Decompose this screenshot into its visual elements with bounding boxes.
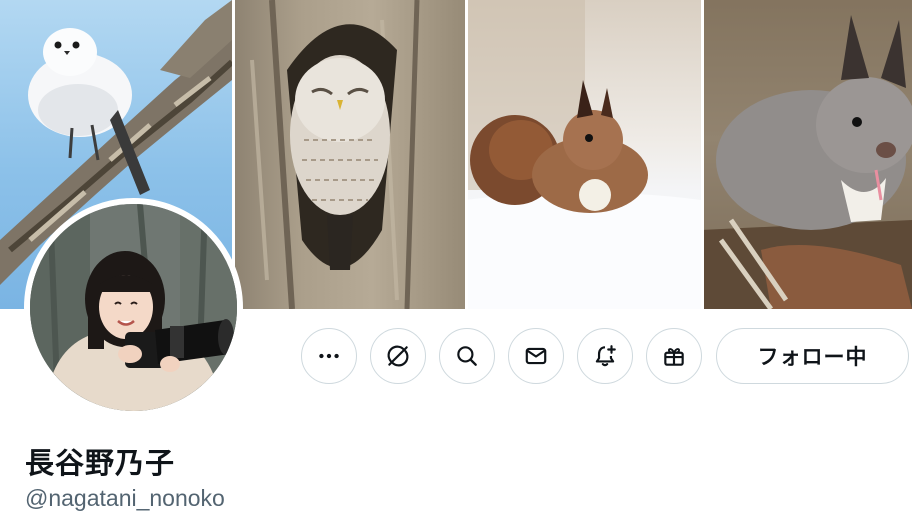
search-icon [457,346,477,366]
banner-photo-squirrel-snow [465,0,701,309]
grok-button[interactable] [370,328,426,384]
following-button[interactable]: フォロー中 [716,328,909,384]
banner-photo-owl [232,0,465,309]
message-button[interactable] [508,328,564,384]
notify-button[interactable] [577,328,633,384]
bell-plus-icon [595,345,616,367]
envelope-icon [525,347,547,365]
user-handle: @nagatani_nonoko [25,485,225,511]
banner-divider [701,0,704,309]
banner-divider [465,0,468,309]
search-button[interactable] [439,328,495,384]
gift-button[interactable] [646,328,702,384]
profile-avatar[interactable] [24,198,243,417]
profile-actions: フォロー中 [301,328,909,384]
gift-icon [664,348,684,366]
grok-icon [387,345,409,367]
display-name: 長谷野乃子 [25,446,176,480]
more-horizontal-icon [319,353,339,359]
more-button[interactable] [301,328,357,384]
banner-photo-squirrel-log [701,0,912,309]
